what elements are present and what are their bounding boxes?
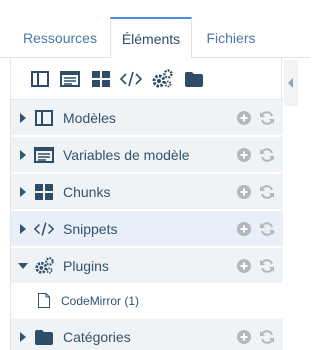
chunk-icon — [34, 183, 54, 201]
new-category-icon[interactable] — [183, 68, 205, 90]
snippet-icon — [34, 220, 54, 238]
tree-item-categories[interactable]: Catégories — [11, 319, 283, 350]
tree-item-label: Modèles — [63, 110, 116, 126]
caret-right-icon[interactable] — [18, 113, 28, 123]
add-icon[interactable] — [237, 111, 251, 125]
folder-icon — [34, 328, 54, 346]
caret-right-icon[interactable] — [18, 187, 28, 197]
caret-down-icon[interactable] — [18, 261, 28, 271]
tree-item-label: Variables de modèle — [63, 147, 190, 163]
tree-item-label: Snippets — [63, 221, 118, 237]
new-snippet-icon[interactable] — [120, 68, 142, 90]
tree-item-variables-de-modele[interactable]: Variables de modèle — [11, 137, 283, 173]
new-plugin-icon[interactable] — [151, 68, 173, 90]
sidebar-collapse-handle[interactable] — [284, 60, 298, 106]
file-icon — [38, 293, 50, 308]
new-tv-icon[interactable] — [59, 68, 81, 90]
elements-toolbar — [11, 58, 283, 100]
tree-item-label: Chunks — [63, 184, 111, 200]
caret-right-icon[interactable] — [18, 150, 28, 160]
tree-item-snippets[interactable]: Snippets — [11, 211, 283, 247]
tv-icon — [34, 146, 54, 164]
template-icon — [34, 109, 54, 127]
add-icon[interactable] — [237, 330, 251, 344]
tree-item-chunks[interactable]: Chunks — [11, 174, 283, 210]
elements-panel: Modèles Variables de modèle Chunks Snipp… — [10, 58, 283, 350]
caret-right-icon[interactable] — [18, 224, 28, 234]
add-icon[interactable] — [237, 185, 251, 199]
tree-item-label: Plugins — [63, 258, 109, 274]
refresh-icon[interactable] — [259, 329, 275, 345]
add-icon[interactable] — [237, 148, 251, 162]
add-icon[interactable] — [237, 222, 251, 236]
tab-ressources[interactable]: Ressources — [14, 17, 106, 59]
tree-child-codemirror[interactable]: CodeMirror (1) — [11, 284, 283, 318]
refresh-icon[interactable] — [259, 184, 275, 200]
plugin-icon — [34, 257, 54, 275]
tab-fichiers[interactable]: Fichiers — [196, 17, 266, 59]
tab-bar: Ressources Éléments Fichiers — [0, 0, 310, 59]
refresh-icon[interactable] — [259, 147, 275, 163]
refresh-icon[interactable] — [259, 221, 275, 237]
tree-item-plugins[interactable]: Plugins — [11, 248, 283, 284]
add-icon[interactable] — [237, 259, 251, 273]
chevron-left-icon — [288, 78, 293, 88]
tab-elements[interactable]: Éléments — [110, 17, 192, 59]
tree-item-label: Catégories — [63, 329, 131, 345]
refresh-icon[interactable] — [259, 258, 275, 274]
refresh-icon[interactable] — [259, 110, 275, 126]
tree-item-modeles[interactable]: Modèles — [11, 100, 283, 136]
tree-child-label: CodeMirror (1) — [61, 294, 140, 308]
new-chunk-icon[interactable] — [90, 68, 112, 90]
new-template-icon[interactable] — [29, 68, 51, 90]
caret-right-icon[interactable] — [18, 332, 28, 342]
